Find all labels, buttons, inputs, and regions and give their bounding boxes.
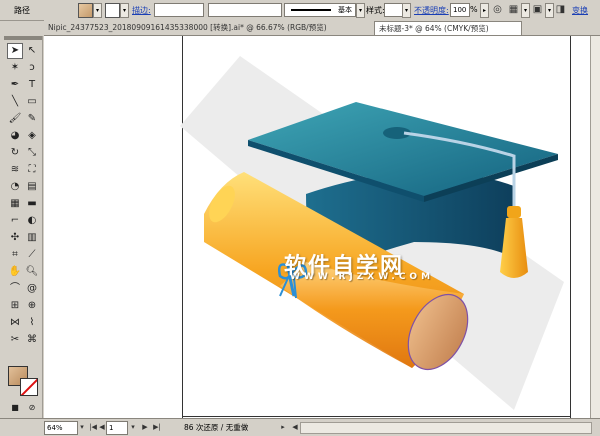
scale-tool-icon[interactable]: ⤡ — [24, 145, 40, 161]
graphic-style-dropdown-icon[interactable]: ▾ — [402, 3, 411, 18]
stroke-weight-field[interactable] — [154, 3, 204, 17]
document-canvas[interactable]: 软件自学网 WWW.RJZXW.COM — [44, 36, 600, 418]
blend-tool-icon[interactable]: ◐ — [24, 213, 40, 229]
magic-wand-tool-icon[interactable]: ✶ — [7, 60, 23, 76]
line-tool-icon[interactable]: ╲ — [7, 94, 23, 110]
rectangle-tool-icon[interactable]: ▭ — [24, 94, 40, 110]
type-tool-icon[interactable]: T — [24, 77, 40, 93]
next-artboard-icon[interactable]: ▶ — [140, 421, 150, 433]
brush-label: 基本 — [338, 6, 352, 14]
stroke-line-preview — [291, 9, 331, 11]
transform-dropdown-icon[interactable]: ▾ — [545, 3, 554, 18]
lasso-tool-icon[interactable]: ↄ — [24, 60, 40, 76]
tools-panel: ➤ ↖ ✶ ↄ ✒ T ╲ ▭ 🖌 ✎ ◕ ◈ ↻ ⤡ ≋ ⛶ ◔ ▤ ▦ ▬ … — [4, 36, 43, 418]
stroke-color-box[interactable] — [20, 378, 38, 396]
vertical-scrollbar[interactable] — [590, 36, 600, 418]
tassel-knot — [507, 206, 521, 218]
width-tool-icon[interactable]: ⋈ — [7, 315, 23, 331]
artboard-tool-icon[interactable]: ⌗ — [7, 247, 23, 263]
status-menu-icon[interactable]: ▸ — [278, 421, 288, 433]
crop-tool-icon[interactable]: ⌘ — [24, 332, 40, 348]
undo-status: 86 次还原 / 无重做 — [184, 423, 249, 432]
opacity-field[interactable]: 100 — [450, 3, 470, 17]
artboard-number-field[interactable]: 1 — [106, 421, 128, 435]
brush-dropdown-icon[interactable]: ▾ — [356, 3, 365, 18]
fill-dropdown-icon[interactable]: ▾ — [93, 3, 102, 18]
variable-width-field[interactable] — [208, 3, 282, 17]
opacity-link[interactable]: 不透明度: — [414, 5, 449, 16]
pen-tool-icon[interactable]: ✒ — [7, 77, 23, 93]
scroll-left-icon[interactable]: ◀ — [290, 421, 300, 433]
knife-tool-icon[interactable]: ⌇ — [24, 315, 40, 331]
selection-tool-icon[interactable]: ➤ — [7, 43, 23, 59]
panel-grip[interactable] — [4, 36, 42, 40]
hand-tool-icon[interactable]: ✋ — [7, 264, 23, 280]
blob-brush-tool-icon[interactable]: ◕ — [7, 128, 23, 144]
mesh-tool-icon[interactable]: ▦ — [7, 196, 23, 212]
watermark-url: WWW.RJZXW.COM — [290, 272, 435, 282]
eyedropper-tool-icon[interactable]: ⌐ — [7, 213, 23, 229]
polar-grid-tool-icon[interactable]: ⊕ — [24, 298, 40, 314]
gradient-tool-icon[interactable]: ▬ — [24, 196, 40, 212]
column-graph-tool-icon[interactable]: ▥ — [24, 230, 40, 246]
isolate-icon[interactable]: ◨ — [554, 3, 567, 16]
shape-builder-tool-icon[interactable]: ◔ — [7, 179, 23, 195]
grid-tool-icon[interactable]: ⊞ — [7, 298, 23, 314]
spiral-tool-icon[interactable]: @ — [24, 281, 40, 297]
tab-label: 未标题-3* @ 64% (CMYK/预览) — [379, 24, 489, 33]
align-icon[interactable]: ▦ — [507, 3, 520, 16]
free-transform-tool-icon[interactable]: ⛶ — [24, 162, 40, 178]
zoom-dropdown-icon[interactable]: ▾ — [77, 421, 87, 433]
last-artboard-icon[interactable]: ▶| — [152, 421, 162, 433]
artboard-dropdown-icon[interactable]: ▾ — [128, 421, 138, 433]
tab-untitled-3[interactable]: 未标题-3* @ 64% (CMYK/预览) — [374, 21, 522, 35]
perspective-grid-tool-icon[interactable]: ▤ — [24, 179, 40, 195]
tab-nipic-document[interactable]: Nipic_24377523_20180909161435338000 [转换]… — [44, 21, 368, 34]
zoom-field[interactable]: 64% — [44, 421, 78, 435]
align-dropdown-icon[interactable]: ▾ — [521, 3, 530, 18]
zoom-tool-icon[interactable]: 🔍︎ — [24, 264, 40, 280]
transform-link[interactable]: 变换 — [572, 5, 588, 16]
pencil-tool-icon[interactable]: ✎ — [24, 111, 40, 127]
fill-swatch[interactable] — [78, 3, 93, 18]
transform-grid-icon[interactable]: ▣ — [531, 3, 544, 16]
opacity-unit: % — [470, 5, 478, 14]
none-mode-icon[interactable]: ⊘ — [24, 400, 40, 416]
control-bar: 路径 ▾ ▾ 描边: 基本 ▾ 样式: ▾ 不透明度: 100 % ▸ ◎ ▦ … — [0, 0, 600, 21]
scissors-tool-icon[interactable]: ✂ — [7, 332, 23, 348]
paintbrush-tool-icon[interactable]: 🖌 — [7, 111, 23, 127]
graduation-artwork[interactable] — [44, 36, 590, 418]
recolor-artwork-icon[interactable]: ◎ — [491, 3, 504, 16]
warp-tool-icon[interactable]: ≋ — [7, 162, 23, 178]
slice-tool-icon[interactable]: ⟋ — [24, 247, 40, 263]
eraser-tool-icon[interactable]: ◈ — [24, 128, 40, 144]
status-bar: 64% ▾ |◀ ◀ 1 ▾ ▶ ▶| 86 次还原 / 无重做 ▸ ◀ — [0, 418, 600, 436]
symbol-sprayer-tool-icon[interactable]: ✣ — [7, 230, 23, 246]
stroke-swatch[interactable] — [105, 3, 120, 18]
color-mode-icon[interactable]: ■ — [7, 400, 23, 416]
artboard-bottom-edge — [182, 416, 570, 417]
graphic-style-label: 样式: — [366, 6, 385, 15]
rotate-tool-icon[interactable]: ↻ — [7, 145, 23, 161]
opacity-dropdown-icon[interactable]: ▸ — [480, 3, 489, 18]
brush-definition-select[interactable]: 基本 — [284, 3, 356, 17]
stroke-dropdown-icon[interactable]: ▾ — [120, 3, 129, 18]
stroke-weight-link[interactable]: 描边: — [132, 5, 151, 16]
arc-tool-icon[interactable]: ⌒ — [7, 281, 23, 297]
selection-type-label: 路径 — [14, 6, 30, 15]
document-tabs: Nipic_24377523_20180909161435338000 [转换]… — [44, 20, 600, 36]
direct-selection-tool-icon[interactable]: ↖ — [24, 43, 40, 59]
horizontal-scrollbar[interactable] — [300, 422, 592, 434]
tab-label: Nipic_24377523_20180909161435338000 [转换]… — [48, 23, 327, 32]
